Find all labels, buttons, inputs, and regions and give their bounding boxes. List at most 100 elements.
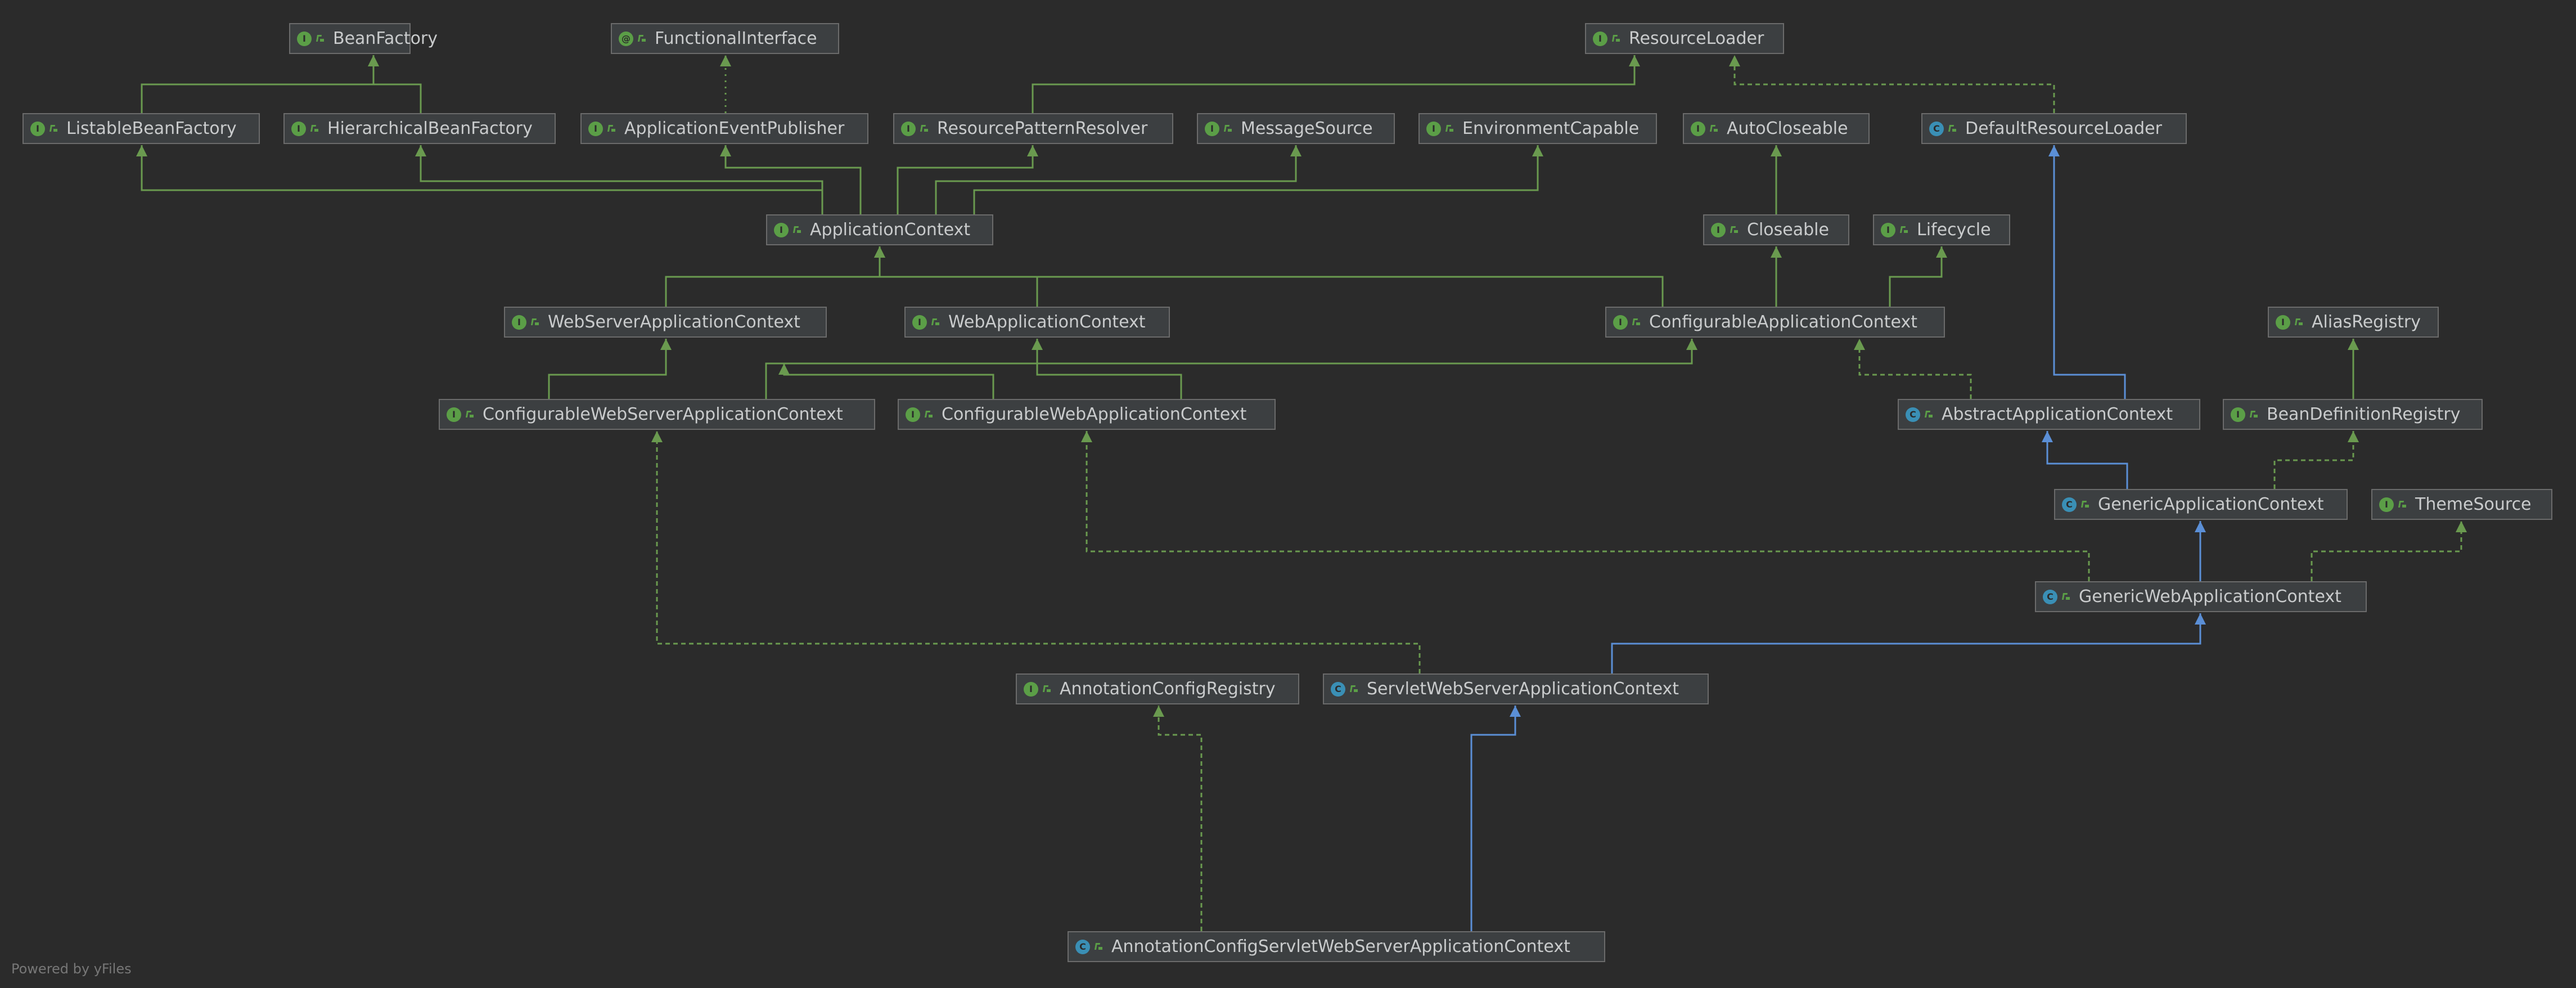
pin-icon [1611,32,1621,46]
interface-icon: I [774,222,789,237]
node-label: GenericApplicationContext [2098,495,2324,514]
pin-icon [1631,315,1641,330]
pin-icon [606,122,616,136]
pin-icon [1042,682,1052,697]
node-label: HierarchicalBeanFactory [327,119,533,138]
interface-icon: I [1593,31,1607,46]
node-ConfigurableWebServerApplicationContext[interactable]: I ConfigurableWebServerApplicationContex… [439,399,875,430]
node-ThemeSource[interactable]: I ThemeSource [2371,489,2552,520]
pin-icon [309,122,319,136]
node-ConfigurableWebApplicationContext[interactable]: I ConfigurableWebApplicationContext [898,399,1276,430]
interface-icon: I [1691,121,1705,136]
node-label: AbstractApplicationContext [1942,405,2173,424]
node-label: WebApplicationContext [948,312,1146,332]
node-label: ListableBeanFactory [66,119,237,138]
class-icon: C [1929,121,1944,136]
node-ResourceLoader[interactable]: I ResourceLoader [1585,23,1784,54]
abstract-class-icon: C [1906,407,1920,422]
interface-icon: I [588,121,603,136]
node-label: ServletWebServerApplicationContext [1367,679,1679,699]
pin-icon [315,32,325,46]
node-HierarchicalBeanFactory[interactable]: I HierarchicalBeanFactory [283,113,556,144]
node-label: ApplicationEventPublisher [624,119,845,138]
node-AliasRegistry[interactable]: I AliasRegistry [2268,307,2439,338]
node-BeanDefinitionRegistry[interactable]: I BeanDefinitionRegistry [2223,399,2483,430]
node-label: Closeable [1747,220,1829,240]
node-label: Lifecycle [1917,220,1991,240]
node-label: AnnotationConfigRegistry [1060,679,1276,699]
node-label: FunctionalInterface [655,29,817,48]
node-Lifecycle[interactable]: I Lifecycle [1873,214,2010,245]
node-label: AnnotationConfigServletWebServerApplicat… [1111,937,1570,956]
node-label: ConfigurableWebApplicationContext [942,405,1247,424]
node-ListableBeanFactory[interactable]: I ListableBeanFactory [22,113,260,144]
class-diagram: I BeanFactory @ FunctionalInterface I Re… [0,0,2576,988]
pin-icon [1223,122,1233,136]
node-label: MessageSource [1241,119,1373,138]
pin-icon [1349,682,1359,697]
interface-icon: I [912,315,927,330]
node-EnvironmentCapable[interactable]: I EnvironmentCapable [1418,113,1657,144]
interface-icon: I [1426,121,1441,136]
pin-icon [530,315,540,330]
node-label: BeanFactory [333,29,438,48]
node-label: WebServerApplicationContext [548,312,800,332]
class-icon: C [1331,681,1345,697]
pin-icon [2249,407,2259,422]
node-label: GenericWebApplicationContext [2079,587,2341,607]
pin-icon [2080,497,2090,512]
pin-icon [1729,223,1739,237]
node-Closeable[interactable]: I Closeable [1703,214,1849,245]
node-WebServerApplicationContext[interactable]: I WebServerApplicationContext [504,307,827,338]
node-FunctionalInterface[interactable]: @ FunctionalInterface [611,23,839,54]
interface-icon: I [2379,497,2394,512]
node-ConfigurableApplicationContext[interactable]: I ConfigurableApplicationContext [1605,307,1945,338]
pin-icon [48,122,58,136]
interface-icon: I [291,121,306,136]
node-AnnotationConfigRegistry[interactable]: I AnnotationConfigRegistry [1016,673,1299,704]
pin-icon [924,407,934,422]
node-GenericApplicationContext[interactable]: C GenericApplicationContext [2054,489,2348,520]
node-WebApplicationContext[interactable]: I WebApplicationContext [904,307,1170,338]
node-BeanFactory[interactable]: I BeanFactory [289,23,438,54]
node-ApplicationContext[interactable]: I ApplicationContext [766,214,993,245]
node-AbstractApplicationContext[interactable]: C AbstractApplicationContext [1898,399,2200,430]
interface-icon: I [901,121,916,136]
interface-icon: I [1711,222,1726,237]
node-label: ResourceLoader [1629,29,1764,48]
pin-icon [637,32,647,46]
pin-icon [1709,122,1719,136]
pin-icon [465,407,475,422]
interface-icon: I [447,407,461,422]
node-label: AliasRegistry [2312,312,2421,332]
interface-icon: I [1881,222,1895,237]
pin-icon [1444,122,1454,136]
node-label: ResourcePatternResolver [937,119,1148,138]
interface-icon: I [906,407,920,422]
pin-icon [1093,940,1104,954]
pin-icon [2294,315,2304,330]
footer-credit: Powered by yFiles [11,961,132,977]
node-ResourcePatternResolver[interactable]: I ResourcePatternResolver [893,113,1173,144]
pin-icon [2061,590,2071,604]
node-ServletWebServerApplicationContext[interactable]: C ServletWebServerApplicationContext [1323,673,1709,704]
node-GenericWebApplicationContext[interactable]: C GenericWebApplicationContext [2035,581,2367,612]
node-DefaultResourceLoader[interactable]: C DefaultResourceLoader [1921,113,2187,144]
node-ApplicationEventPublisher[interactable]: I ApplicationEventPublisher [580,113,868,144]
class-icon: C [2043,589,2057,604]
pin-icon [919,122,929,136]
node-MessageSource[interactable]: I MessageSource [1197,113,1395,144]
node-label: AutoCloseable [1727,119,1848,138]
interface-icon: I [297,31,312,46]
node-label: ApplicationContext [810,220,971,240]
node-AutoCloseable[interactable]: I AutoCloseable [1683,113,1870,144]
pin-icon [1899,223,1909,237]
pin-icon [1924,407,1934,422]
node-label: ConfigurableApplicationContext [1649,312,1917,332]
annotation-icon: @ [619,31,633,46]
pin-icon [792,223,802,237]
interface-icon: I [1613,315,1628,330]
node-AnnotationConfigServletWebServerApplicationContext[interactable]: C AnnotationConfigServletWebServerApplic… [1068,931,1605,962]
node-label: BeanDefinitionRegistry [2267,405,2461,424]
interface-icon: I [1205,121,1219,136]
